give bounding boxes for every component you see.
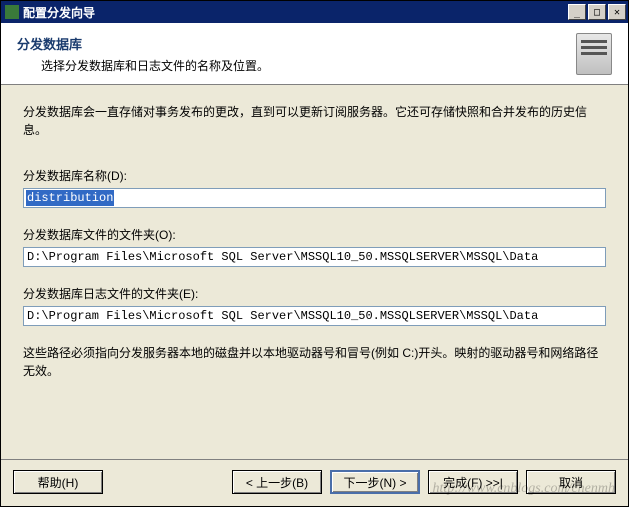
close-button[interactable]: ✕ bbox=[608, 4, 626, 20]
intro-text: 分发数据库会一直存储对事务发布的更改，直到可以更新订阅服务器。它还可存储快照和合… bbox=[23, 103, 606, 139]
back-button[interactable]: < 上一步(B) bbox=[232, 470, 322, 494]
titlebar: 配置分发向导 _ □ ✕ bbox=[1, 1, 628, 23]
wizard-window: 配置分发向导 _ □ ✕ 分发数据库 选择分发数据库和日志文件的名称及位置。 分… bbox=[0, 0, 629, 507]
header-text: 分发数据库 选择分发数据库和日志文件的名称及位置。 bbox=[17, 34, 562, 74]
titlebar-left: 配置分发向导 bbox=[5, 4, 95, 21]
log-folder-input[interactable] bbox=[23, 306, 606, 326]
cancel-button[interactable]: 取消 bbox=[526, 470, 616, 494]
data-folder-input[interactable] bbox=[23, 247, 606, 267]
db-name-label: 分发数据库名称(D): bbox=[23, 167, 606, 184]
page-title: 分发数据库 bbox=[17, 34, 562, 53]
wizard-header: 分发数据库 选择分发数据库和日志文件的名称及位置。 bbox=[1, 23, 628, 85]
help-button[interactable]: 帮助(H) bbox=[13, 470, 103, 494]
path-note: 这些路径必须指向分发服务器本地的磁盘并以本地驱动器号和冒号(例如 C:)开头。映… bbox=[23, 344, 606, 380]
db-name-value: distribution bbox=[26, 190, 114, 206]
page-subtitle: 选择分发数据库和日志文件的名称及位置。 bbox=[17, 57, 562, 74]
app-icon bbox=[5, 5, 19, 19]
wizard-content: 分发数据库会一直存储对事务发布的更改，直到可以更新订阅服务器。它还可存储快照和合… bbox=[1, 85, 628, 459]
db-name-input[interactable]: distribution bbox=[23, 188, 606, 208]
window-controls: _ □ ✕ bbox=[568, 4, 626, 20]
server-icon bbox=[562, 31, 612, 77]
maximize-button[interactable]: □ bbox=[588, 4, 606, 20]
button-bar: 帮助(H) < 上一步(B) 下一步(N) > 完成(F) >>| 取消 bbox=[1, 459, 628, 506]
next-button[interactable]: 下一步(N) > bbox=[330, 470, 420, 494]
data-folder-label: 分发数据库文件的文件夹(O): bbox=[23, 226, 606, 243]
window-title: 配置分发向导 bbox=[23, 4, 95, 21]
finish-button[interactable]: 完成(F) >>| bbox=[428, 470, 518, 494]
log-folder-label: 分发数据库日志文件的文件夹(E): bbox=[23, 285, 606, 302]
minimize-button[interactable]: _ bbox=[568, 4, 586, 20]
